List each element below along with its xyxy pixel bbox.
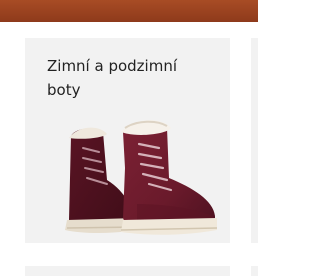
category-card-below-next[interactable] xyxy=(251,266,258,276)
category-card-title: Zimní a podzimní boty xyxy=(47,57,178,99)
winter-boots-image xyxy=(65,120,218,235)
boot-front xyxy=(120,120,218,235)
category-card-winter-boots[interactable]: Zimní a podzimní boty xyxy=(25,38,230,243)
category-card-below[interactable] xyxy=(25,266,230,276)
top-banner-strip xyxy=(0,0,258,22)
category-card-next[interactable] xyxy=(251,38,258,243)
